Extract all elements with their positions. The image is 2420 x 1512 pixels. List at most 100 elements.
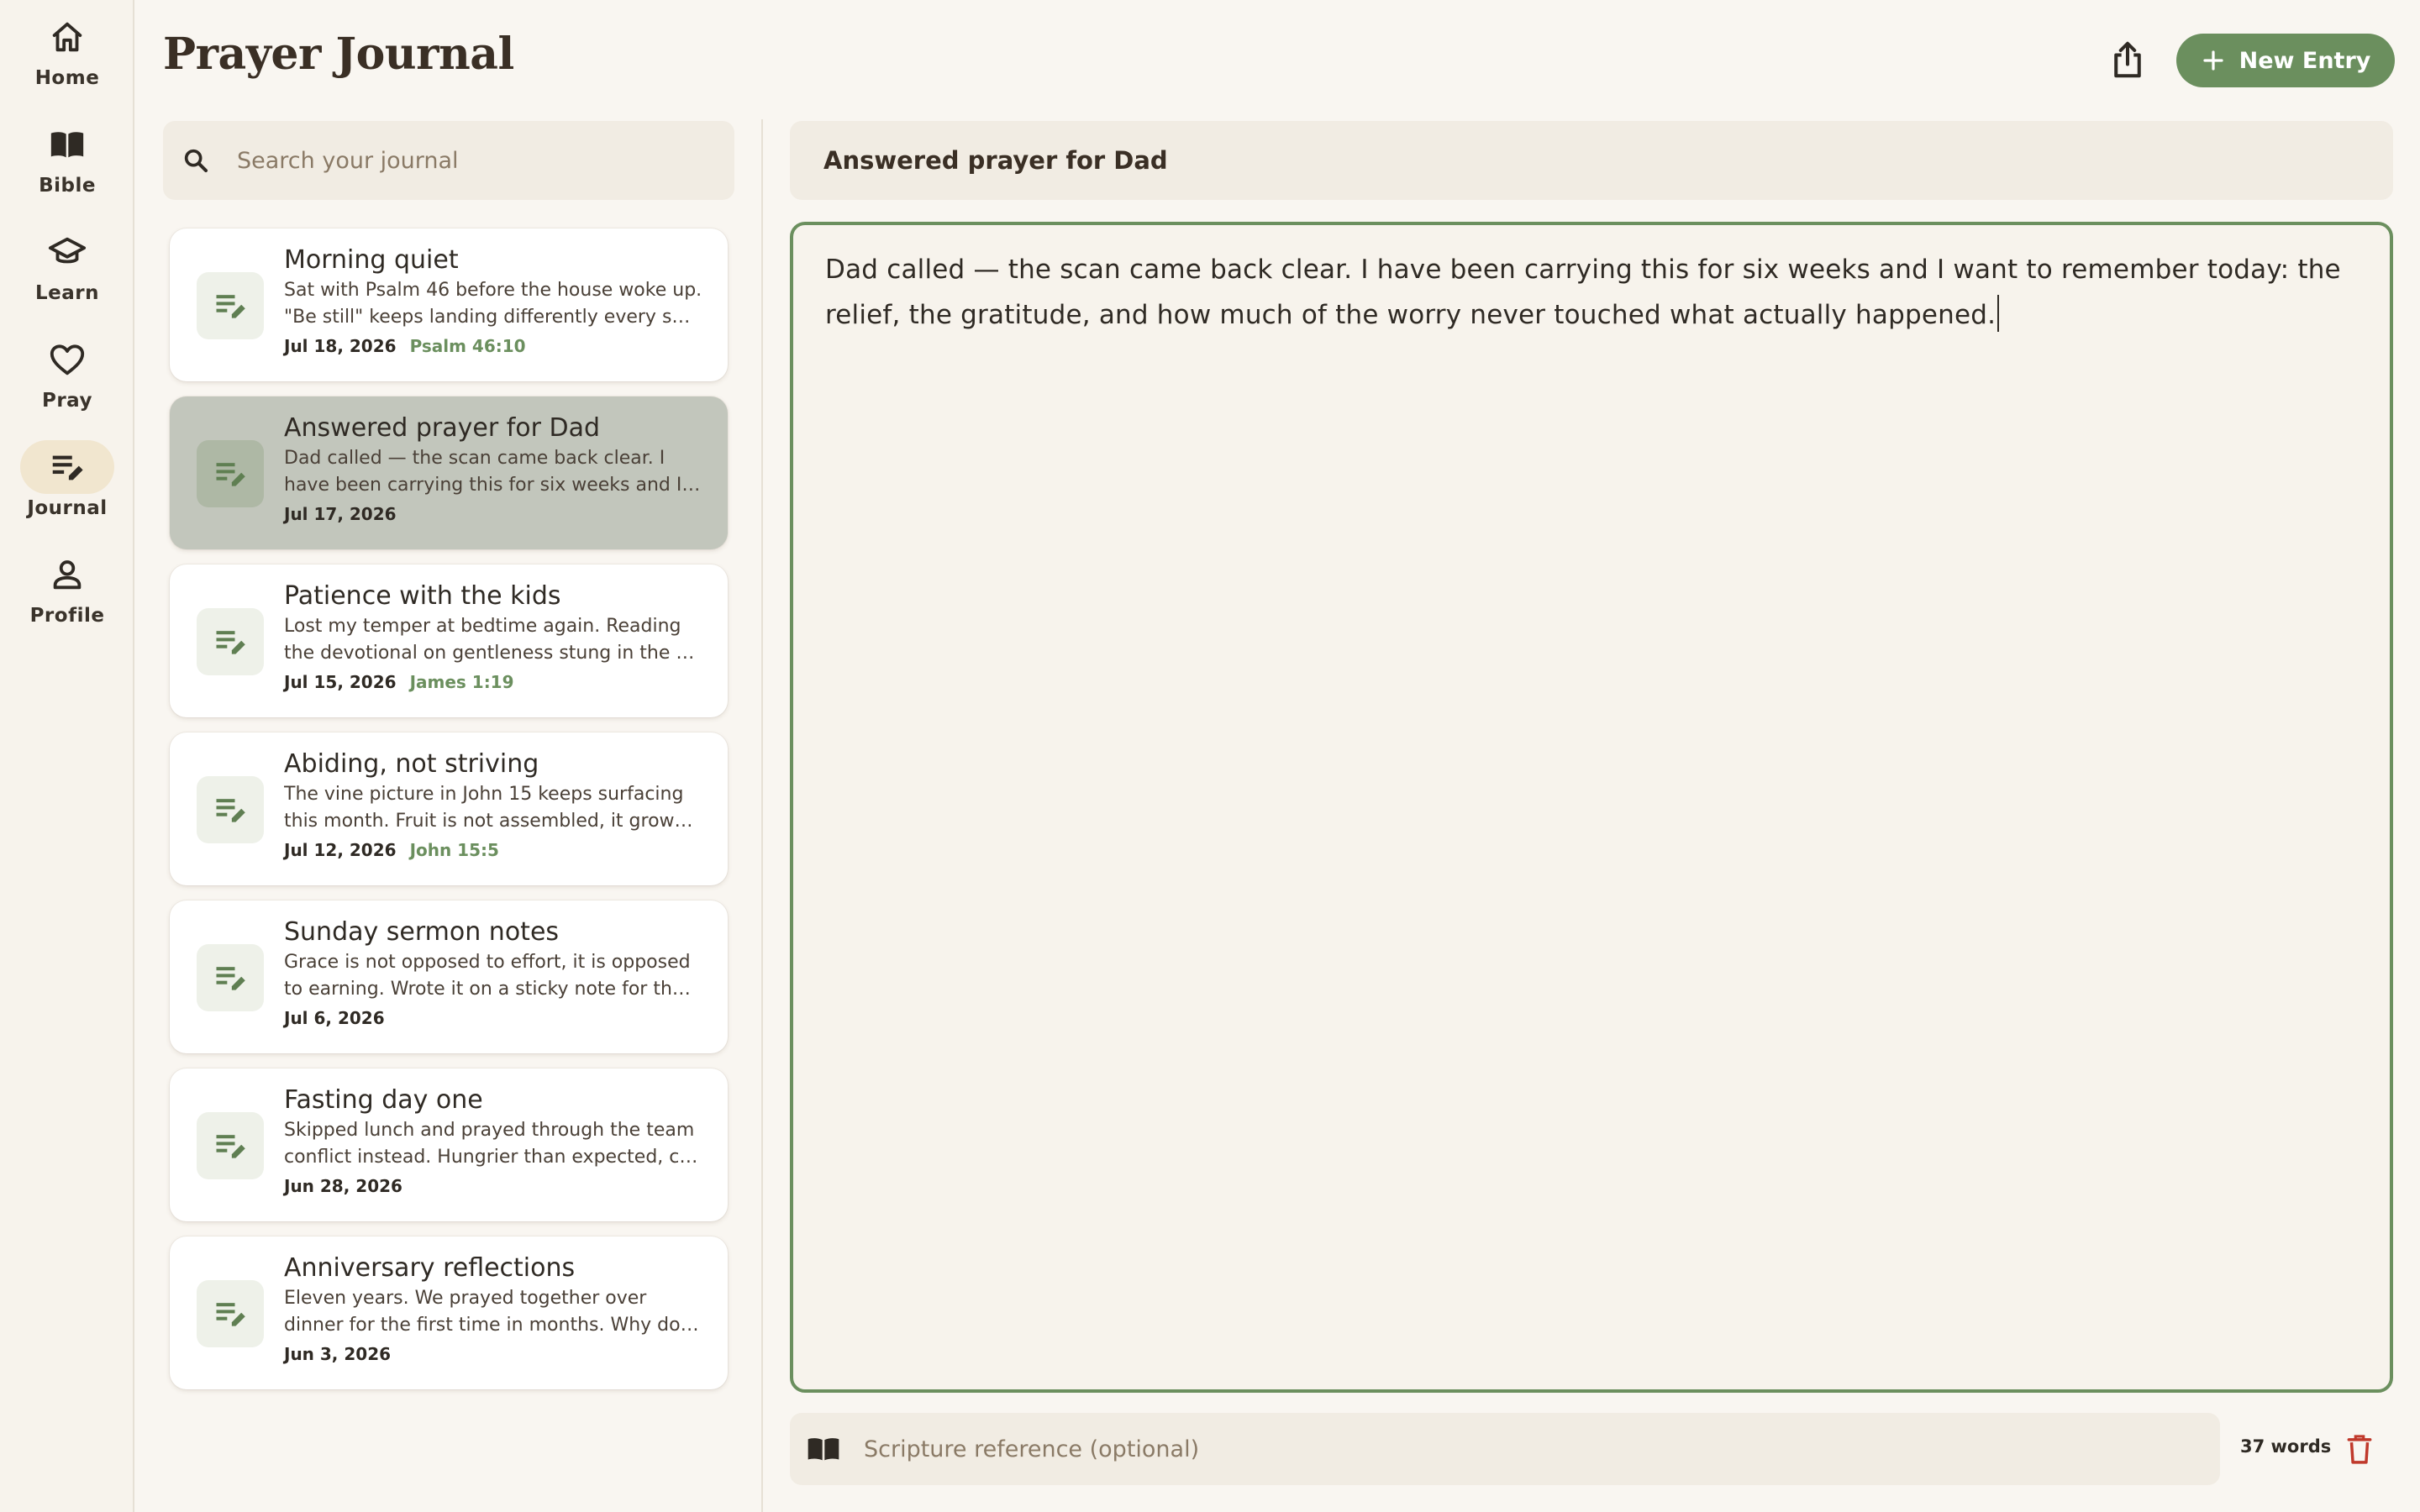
nav-item-profile[interactable]: Profile (0, 548, 134, 632)
nav-rail: Home Bible Learn Pray Journal Profile (0, 0, 134, 1512)
entry-preview: The vine picture in John 15 keeps surfac… (284, 784, 693, 832)
entry-date: Jun 28, 2026 (284, 1176, 402, 1196)
person-icon (53, 560, 82, 590)
entry-scripture: James 1:19 (409, 672, 514, 692)
home-icon (52, 22, 82, 52)
search-box (163, 121, 734, 200)
nav-label-bible: Bible (39, 175, 96, 197)
entry-text: Morning quiet Sat with Psalm 46 before t… (284, 244, 704, 356)
entry-meta: Jul 18, 2026 Psalm 46:10 (284, 336, 704, 356)
entry-card[interactable]: Sunday sermon notes Grace is not opposed… (170, 900, 728, 1053)
nav-pill (20, 333, 114, 386)
nav-pill (20, 548, 114, 601)
entry-meta: Jul 12, 2026 John 15:5 (284, 840, 704, 860)
delete-entry-button[interactable] (2341, 1428, 2378, 1470)
entry-title: Fasting day one (284, 1085, 483, 1115)
nav-item-home[interactable]: Home (0, 10, 134, 94)
column-divider (761, 119, 763, 1512)
entry-card[interactable]: Answered prayer for Dad Dad called — the… (170, 396, 728, 549)
entry-icon-container (197, 608, 264, 675)
entry-title: Morning quiet (284, 245, 459, 275)
entry-meta: Jun 3, 2026 (284, 1344, 704, 1364)
journal-edit-icon (216, 1303, 245, 1326)
entry-body-text: Dad called — the scan came back clear. I… (825, 255, 2341, 330)
journal-edit-icon (216, 631, 245, 654)
journal-edit-icon (52, 455, 83, 480)
entry-preview: Grace is not opposed to effort, it is op… (284, 952, 691, 1000)
entry-date: Jul 15, 2026 (284, 672, 397, 692)
journal-edit-icon (216, 967, 245, 990)
heart-icon (50, 344, 85, 375)
share-icon (2114, 41, 2141, 78)
entry-date: Jul 12, 2026 (284, 840, 397, 860)
entry-meta: Jul 17, 2026 (284, 504, 704, 524)
book-icon (50, 132, 84, 158)
entry-text: Sunday sermon notes Grace is not opposed… (284, 916, 704, 1028)
graduation-cap-icon (48, 237, 87, 264)
entry-text: Anniversary reflections Eleven years. We… (284, 1252, 704, 1364)
plus-icon (2203, 50, 2223, 71)
entry-title: Sunday sermon notes (284, 917, 560, 947)
entry-icon-container (197, 776, 264, 843)
entry-title: Patience with the kids (284, 581, 561, 611)
journal-edit-icon (216, 1135, 245, 1158)
entry-title: Abiding, not striving (284, 749, 539, 779)
entry-card[interactable]: Abiding, not striving The vine picture i… (170, 732, 728, 885)
nav-pill (20, 225, 114, 279)
entry-icon-container (197, 272, 264, 339)
entry-icon-container (197, 1280, 264, 1347)
nav-item-pray[interactable]: Pray (0, 333, 134, 417)
entry-preview: Skipped lunch and prayed through the tea… (284, 1120, 698, 1168)
scripture-reference-input[interactable] (862, 1426, 2190, 1472)
entry-meta: Jun 28, 2026 (284, 1176, 704, 1196)
nav-item-bible[interactable]: Bible (0, 118, 134, 202)
nav-label-learn: Learn (35, 282, 99, 304)
page-title: Prayer Journal (163, 29, 514, 80)
entry-scripture: Psalm 46:10 (409, 336, 526, 356)
word-count: 37 words (2240, 1436, 2332, 1457)
nav-label-home: Home (34, 67, 100, 89)
book-icon (808, 1438, 839, 1461)
entry-title: Answered prayer for Dad (284, 413, 601, 443)
entry-preview: Sat with Psalm 46 before the house woke … (284, 280, 702, 328)
entry-card[interactable]: Fasting day one Skipped lunch and prayed… (170, 1068, 728, 1221)
entry-date: Jul 6, 2026 (284, 1008, 385, 1028)
nav-pill (20, 10, 114, 64)
entry-text: Fasting day one Skipped lunch and prayed… (284, 1084, 704, 1196)
entry-icon-container (197, 944, 264, 1011)
journal-edit-icon (216, 295, 245, 318)
entry-meta: Jul 15, 2026 James 1:19 (284, 672, 704, 692)
entry-title-field[interactable]: Answered prayer for Dad (790, 121, 2393, 200)
entry-card[interactable]: Patience with the kids Lost my temper at… (170, 564, 728, 717)
entry-date: Jun 3, 2026 (284, 1344, 392, 1364)
nav-item-learn[interactable]: Learn (0, 225, 134, 309)
app-root: Home Bible Learn Pray Journal Profile Pr… (0, 0, 2420, 1512)
trash-icon (2347, 1435, 2372, 1464)
entry-preview: Eleven years. We prayed together over di… (284, 1288, 699, 1336)
search-icon (184, 149, 208, 173)
new-entry-button[interactable]: New Entry (2176, 34, 2395, 87)
entry-text: Answered prayer for Dad Dad called — the… (284, 412, 704, 524)
entry-text: Patience with the kids Lost my temper at… (284, 580, 704, 692)
search-input[interactable] (235, 138, 714, 183)
entry-preview: Dad called — the scan came back clear. I… (284, 448, 701, 496)
nav-item-journal[interactable]: Journal (0, 440, 134, 524)
entry-card[interactable]: Morning quiet Sat with Psalm 46 before t… (170, 228, 728, 381)
journal-edit-icon (216, 463, 245, 486)
entry-title: Anniversary reflections (284, 1253, 576, 1283)
nav-label-journal: Journal (27, 497, 108, 519)
entry-card[interactable]: Anniversary reflections Eleven years. We… (170, 1236, 728, 1389)
entry-icon-container (197, 440, 264, 507)
entry-list: Morning quiet Sat with Psalm 46 before t… (170, 228, 728, 1404)
entry-date: Jul 17, 2026 (284, 504, 397, 524)
entry-body-editor[interactable]: Dad called — the scan came back clear. I… (790, 222, 2393, 1393)
text-caret (1997, 295, 2000, 332)
new-entry-label: New Entry (2238, 47, 2371, 74)
nav-label-profile: Profile (29, 605, 105, 627)
nav-pill-active (20, 440, 114, 494)
nav-pill (20, 118, 114, 171)
entry-meta: Jul 6, 2026 (284, 1008, 704, 1028)
entry-text: Abiding, not striving The vine picture i… (284, 748, 704, 860)
entry-scripture: John 15:5 (409, 840, 499, 860)
share-button[interactable] (2104, 34, 2151, 86)
